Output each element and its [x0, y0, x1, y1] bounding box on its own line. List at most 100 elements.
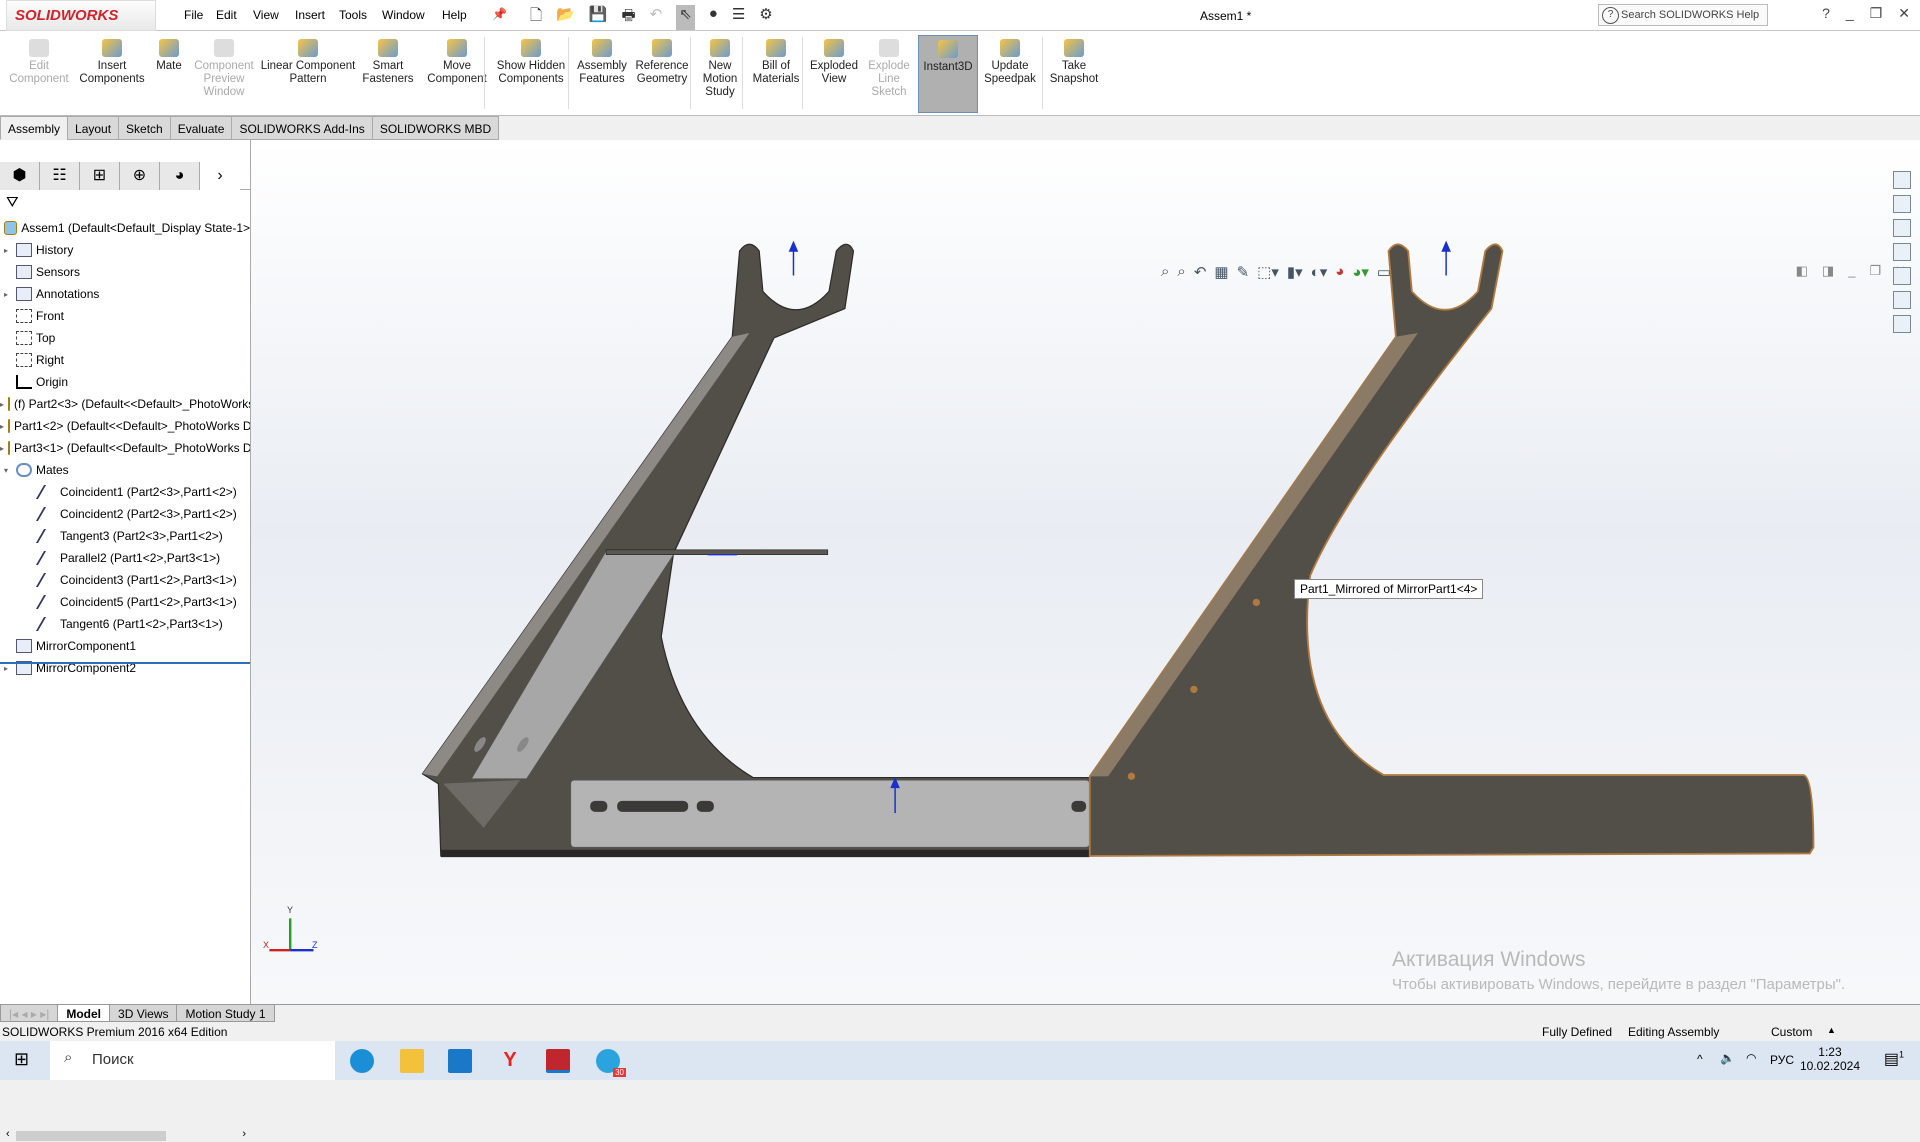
- expand-arrow-icon[interactable]: ▸: [0, 664, 12, 673]
- tab-evaluate[interactable]: Evaluate: [169, 116, 233, 140]
- minimize-icon[interactable]: _: [1846, 5, 1854, 22]
- tree-root-assembly[interactable]: Assem1 (Default<Default_Display State-1>: [0, 217, 250, 239]
- tree-item[interactable]: Coincident5 (Part1<2>,Part3<1>): [0, 591, 250, 613]
- tab-layout[interactable]: Layout: [67, 116, 120, 140]
- yandex-browser-icon[interactable]: Y: [498, 1049, 522, 1073]
- display-style-icon[interactable]: ▮▾: [1287, 263, 1303, 281]
- menu-window[interactable]: Window: [382, 8, 425, 22]
- tree-item[interactable]: Tangent3 (Part2<3>,Part1<2>): [0, 525, 250, 547]
- menu-view[interactable]: View: [253, 8, 279, 22]
- expand-arrow-icon[interactable]: ▸: [0, 444, 4, 453]
- previous-view-icon[interactable]: ↶: [1194, 263, 1207, 281]
- design-library-icon[interactable]: [1893, 195, 1911, 213]
- restore-icon[interactable]: ❐: [1870, 5, 1883, 22]
- menu-insert[interactable]: Insert: [295, 8, 325, 22]
- ribbon-button-component-preview-window[interactable]: Component Preview Window: [188, 35, 260, 99]
- zoom-to-fit-icon[interactable]: ⌕: [1161, 263, 1169, 281]
- help-search-input[interactable]: Search SOLIDWORKS Help: [1598, 4, 1768, 26]
- tab-motion-study-1[interactable]: Motion Study 1: [176, 1005, 275, 1022]
- expand-arrow-icon[interactable]: ▸: [0, 422, 4, 431]
- forum-icon[interactable]: [1893, 315, 1911, 333]
- dynamic-annotation-icon[interactable]: ✎: [1237, 263, 1250, 281]
- undo-icon[interactable]: ↶: [650, 5, 663, 30]
- pin-icon[interactable]: 📌: [492, 7, 507, 21]
- clock[interactable]: 1:23 10.02.2024: [1800, 1045, 1860, 1073]
- configurationmanager-tab-icon[interactable]: ⊞: [80, 162, 120, 190]
- tree-item[interactable]: ▸ (f) Part2<3> (Default<<Default>_PhotoWo…: [0, 393, 250, 415]
- expand-arrow-icon[interactable]: ▸: [0, 290, 12, 299]
- tree-item[interactable]: ▾ Mates: [0, 459, 250, 481]
- notifications-icon[interactable]: ▤1: [1884, 1049, 1904, 1069]
- tile-right-icon[interactable]: ◨: [1822, 263, 1834, 279]
- ribbon-button-insert-components[interactable]: Insert Components: [74, 35, 150, 86]
- tree-item[interactable]: Tangent6 (Part1<2>,Part3<1>): [0, 613, 250, 635]
- tab-sketch[interactable]: Sketch: [118, 116, 171, 140]
- ribbon-button-edit-component[interactable]: Edit Component: [4, 35, 74, 86]
- tab-3d-views[interactable]: 3D Views: [109, 1005, 178, 1022]
- select-icon[interactable]: ⇖: [676, 5, 695, 30]
- language-indicator[interactable]: РУС: [1770, 1053, 1794, 1067]
- hide-show-items-icon[interactable]: ◐▾: [1311, 263, 1328, 281]
- ribbon-button-reference-geometry[interactable]: Reference Geometry: [632, 35, 692, 86]
- ribbon-button-update-speedpak[interactable]: Update Speedpak: [980, 35, 1040, 86]
- tab-scroll-arrows[interactable]: |◂ ◂ ▸ ▸|: [0, 1005, 59, 1022]
- ribbon-button-linear-component-pattern[interactable]: Linear Component Pattern: [258, 35, 358, 86]
- expand-arrow-icon[interactable]: ▸: [0, 400, 4, 409]
- custom-properties-icon[interactable]: [1893, 291, 1911, 309]
- tree-item[interactable]: ▸ MirrorComponent2: [0, 657, 250, 679]
- horizontal-scrollbar[interactable]: ‹ ›: [6, 1128, 246, 1142]
- taskbar-search-box[interactable]: ⌕ Поиск: [50, 1041, 335, 1080]
- ribbon-button-new-motion-study[interactable]: New Motion Study: [694, 35, 746, 99]
- graphics-viewport[interactable]: ⌕ ⌕ ↶ ▦ ✎ ⬚▾ ▮▾ ◐▾ ◕ ◕▾ ▭▾ ◧ ◨ _ ❐ ✕: [251, 140, 1920, 1004]
- tab-solidworks-add-ins[interactable]: SOLIDWORKS Add-Ins: [231, 116, 373, 140]
- units-up-arrow-icon[interactable]: ▲: [1827, 1025, 1836, 1035]
- appearances-icon[interactable]: [1893, 267, 1911, 285]
- tray-expand-icon[interactable]: ^: [1697, 1052, 1703, 1066]
- rebuild-icon[interactable]: ●: [709, 5, 718, 30]
- solidworks-taskbar-icon[interactable]: [546, 1049, 570, 1073]
- tree-item[interactable]: Right: [0, 349, 250, 371]
- viewport-restore-icon[interactable]: ❐: [1869, 263, 1881, 279]
- options-gear-icon[interactable]: ⚙: [759, 5, 772, 30]
- tile-left-icon[interactable]: ◧: [1796, 263, 1808, 279]
- zoom-to-area-icon[interactable]: ⌕: [1177, 263, 1185, 281]
- unit-system-selector[interactable]: Custom: [1771, 1025, 1812, 1039]
- print-icon[interactable]: 🖶: [621, 5, 635, 30]
- tab-assembly[interactable]: Assembly: [0, 116, 69, 140]
- tree-item[interactable]: Coincident3 (Part1<2>,Part3<1>): [0, 569, 250, 591]
- propertymanager-tab-icon[interactable]: ☷: [40, 162, 80, 190]
- expand-tabs-chevron-icon[interactable]: ›: [200, 162, 240, 190]
- tree-item[interactable]: Origin: [0, 371, 250, 393]
- view-settings-icon[interactable]: ▭▾: [1377, 263, 1399, 281]
- menu-tools[interactable]: Tools: [339, 8, 367, 22]
- display-manager-tab-icon[interactable]: ◕: [160, 162, 200, 190]
- solidworks-logo[interactable]: SOLIDWORKS: [6, 0, 156, 31]
- ribbon-button-exploded-view[interactable]: Exploded View: [806, 35, 862, 86]
- menu-help[interactable]: Help: [442, 8, 467, 22]
- open-icon[interactable]: 📂: [556, 5, 575, 30]
- viewport-minimize-icon[interactable]: _: [1848, 263, 1855, 279]
- tree-item[interactable]: Front: [0, 305, 250, 327]
- view-orientation-icon[interactable]: ⬚▾: [1257, 263, 1279, 281]
- telegram-icon[interactable]: 30: [596, 1049, 626, 1077]
- ribbon-button-show-hidden-components[interactable]: Show Hidden Components: [494, 35, 568, 86]
- tree-item[interactable]: Coincident2 (Part2<3>,Part1<2>): [0, 503, 250, 525]
- tab-solidworks-mbd[interactable]: SOLIDWORKS MBD: [371, 116, 500, 140]
- tree-item[interactable]: ▸ Part3<1> (Default<<Default>_PhotoWorks …: [0, 437, 250, 459]
- menu-edit[interactable]: Edit: [216, 8, 237, 22]
- view-palette-icon[interactable]: [1893, 243, 1911, 261]
- file-properties-icon[interactable]: ☰: [732, 5, 745, 30]
- ribbon-button-assembly-features[interactable]: Assembly Features: [574, 35, 630, 86]
- ribbon-button-smart-fasteners[interactable]: Smart Fasteners: [362, 35, 414, 86]
- file-explorer-icon[interactable]: [1893, 219, 1911, 237]
- file-explorer-taskbar-icon[interactable]: [400, 1049, 424, 1073]
- tree-item[interactable]: Sensors: [0, 261, 250, 283]
- solidworks-resources-icon[interactable]: [1893, 171, 1911, 189]
- tab-model[interactable]: Model: [57, 1005, 111, 1022]
- ribbon-button-bill-of-materials[interactable]: Bill of Materials: [748, 35, 804, 86]
- filter-icon[interactable]: ⛛: [6, 194, 19, 211]
- windows-start-icon[interactable]: ⊞: [14, 1049, 29, 1070]
- new-document-icon[interactable]: 🗋: [530, 5, 542, 30]
- tree-item[interactable]: Coincident1 (Part2<3>,Part1<2>): [0, 481, 250, 503]
- ribbon-button-instant3d[interactable]: Instant3D: [918, 35, 978, 113]
